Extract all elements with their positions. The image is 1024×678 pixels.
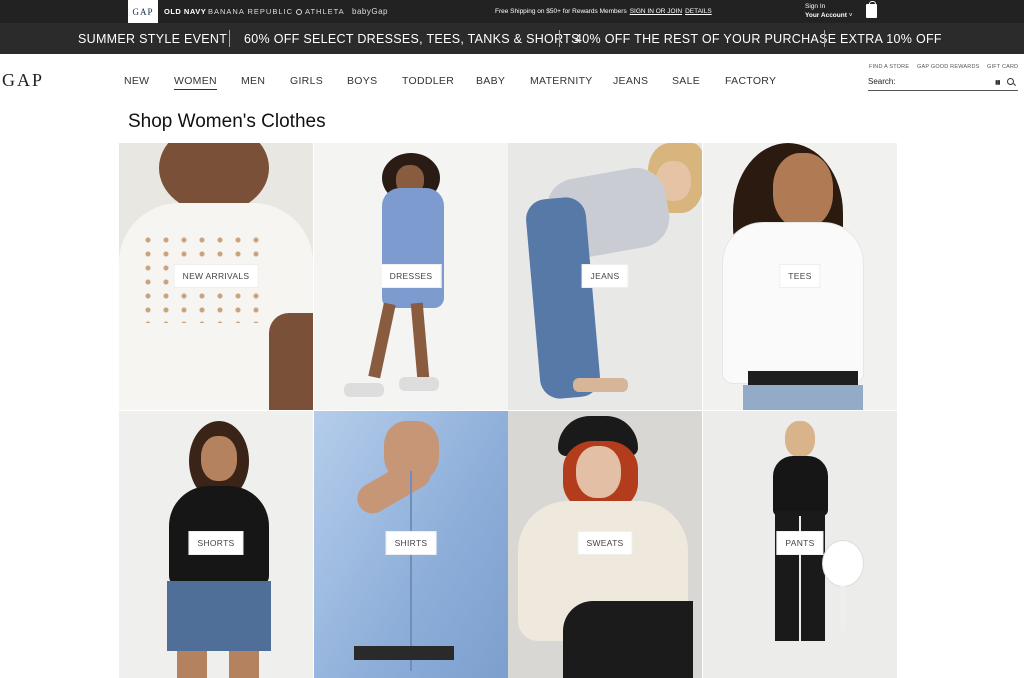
nav-boys[interactable]: BOYS [347, 75, 377, 87]
nav-girls[interactable]: GIRLS [290, 75, 323, 87]
search-label: Search: [868, 77, 896, 86]
promo-bar: SUMMER STYLE EVENT 60% OFF SELECT DRESSE… [0, 23, 1024, 54]
shipping-promo: Free Shipping on $50+ for Rewards Member… [495, 0, 712, 23]
brand-tab-babygap[interactable]: babyGap [352, 0, 388, 23]
gap-good-rewards-link[interactable]: GAP GOOD REWARDS [917, 64, 980, 70]
nav-maternity[interactable]: MATERNITY [530, 75, 593, 87]
shipping-promo-text: Free Shipping on $50+ for Rewards Member… [495, 8, 627, 15]
category-label-dresses: DRESSES [380, 264, 442, 288]
page-title: Shop Women's Clothes [128, 111, 326, 132]
nav-jeans[interactable]: JEANS [613, 75, 648, 87]
brand-bar: GAP OLD NAVY BANANA REPUBLIC ATHLETA bab… [0, 0, 1024, 23]
pause-icon[interactable]: ▮▮ [995, 79, 1001, 86]
category-label-pants: PANTS [776, 531, 824, 555]
brand-tab-gap[interactable]: GAP [128, 0, 158, 23]
search-bar: Search: ▮▮ [868, 76, 1018, 91]
promo-item-40-off[interactable]: 40% OFF THE REST OF YOUR PURCHASE [575, 23, 836, 54]
brand-tab-banana-republic[interactable]: BANANA REPUBLIC [208, 0, 293, 23]
find-a-store-link[interactable]: FIND A STORE [869, 64, 909, 70]
category-tile-jeans[interactable]: JEANS [508, 143, 702, 410]
promo-item-extra-10-off[interactable]: EXTRA 10% OFF [840, 23, 942, 54]
category-tile-shirts[interactable]: SHIRTS [314, 411, 508, 678]
category-tile-dresses[interactable]: DRESSES [314, 143, 508, 410]
gift-card-link[interactable]: GIFT CARD [987, 64, 1018, 70]
nav-new[interactable]: NEW [124, 75, 149, 87]
nav-men[interactable]: MEN [241, 75, 265, 87]
promo-divider [229, 30, 230, 47]
sign-in-label: Sign In [805, 3, 826, 10]
promo-item-60-off[interactable]: 60% OFF SELECT DRESSES, TEES, TANKS & SH… [244, 23, 580, 54]
promo-divider [559, 30, 560, 47]
details-link[interactable]: DETAILS [685, 8, 712, 15]
category-tile-shorts[interactable]: SHORTS [119, 411, 313, 678]
search-icon[interactable] [1007, 78, 1014, 85]
brand-tab-athleta[interactable]: ATHLETA [296, 0, 345, 23]
sign-in-or-join-link[interactable]: SIGN IN OR JOIN [630, 8, 682, 15]
category-tile-pants[interactable]: PANTS [703, 411, 897, 678]
nav-factory[interactable]: FACTORY [725, 75, 776, 87]
category-tile-tees[interactable]: TEES [703, 143, 897, 410]
athleta-logo-icon [296, 8, 302, 15]
category-label-sweats: SWEATS [577, 531, 633, 555]
category-label-shirts: SHIRTS [385, 531, 437, 555]
category-label-shorts: SHORTS [188, 531, 244, 555]
promo-item-summer-style-event[interactable]: SUMMER STYLE EVENT [78, 23, 227, 54]
category-grid: NEW ARRIVALS DRESSES JEANS TEES SHORTS S… [119, 143, 897, 678]
nav-baby[interactable]: BABY [476, 75, 505, 87]
athleta-label: ATHLETA [305, 7, 345, 16]
account-menu[interactable]: Sign In Your Account ˅ [805, 2, 853, 20]
nav-toddler[interactable]: TODDLER [402, 75, 454, 87]
category-label-jeans: JEANS [581, 264, 629, 288]
category-tile-new-arrivals[interactable]: NEW ARRIVALS [119, 143, 313, 410]
search-input[interactable] [896, 76, 992, 89]
brand-tab-old-navy[interactable]: OLD NAVY [164, 0, 206, 23]
nav-sale[interactable]: SALE [672, 75, 700, 87]
nav-women[interactable]: WOMEN [174, 75, 217, 90]
promo-divider [824, 30, 825, 47]
shopping-bag-icon[interactable] [866, 1, 877, 18]
gap-logo[interactable]: GAP [2, 70, 44, 91]
category-label-new-arrivals: NEW ARRIVALS [173, 264, 259, 288]
chevron-down-icon: ˅ [846, 12, 853, 19]
your-account-label: Your Account [805, 12, 847, 19]
category-tile-sweats[interactable]: SWEATS [508, 411, 702, 678]
category-label-tees: TEES [779, 264, 821, 288]
